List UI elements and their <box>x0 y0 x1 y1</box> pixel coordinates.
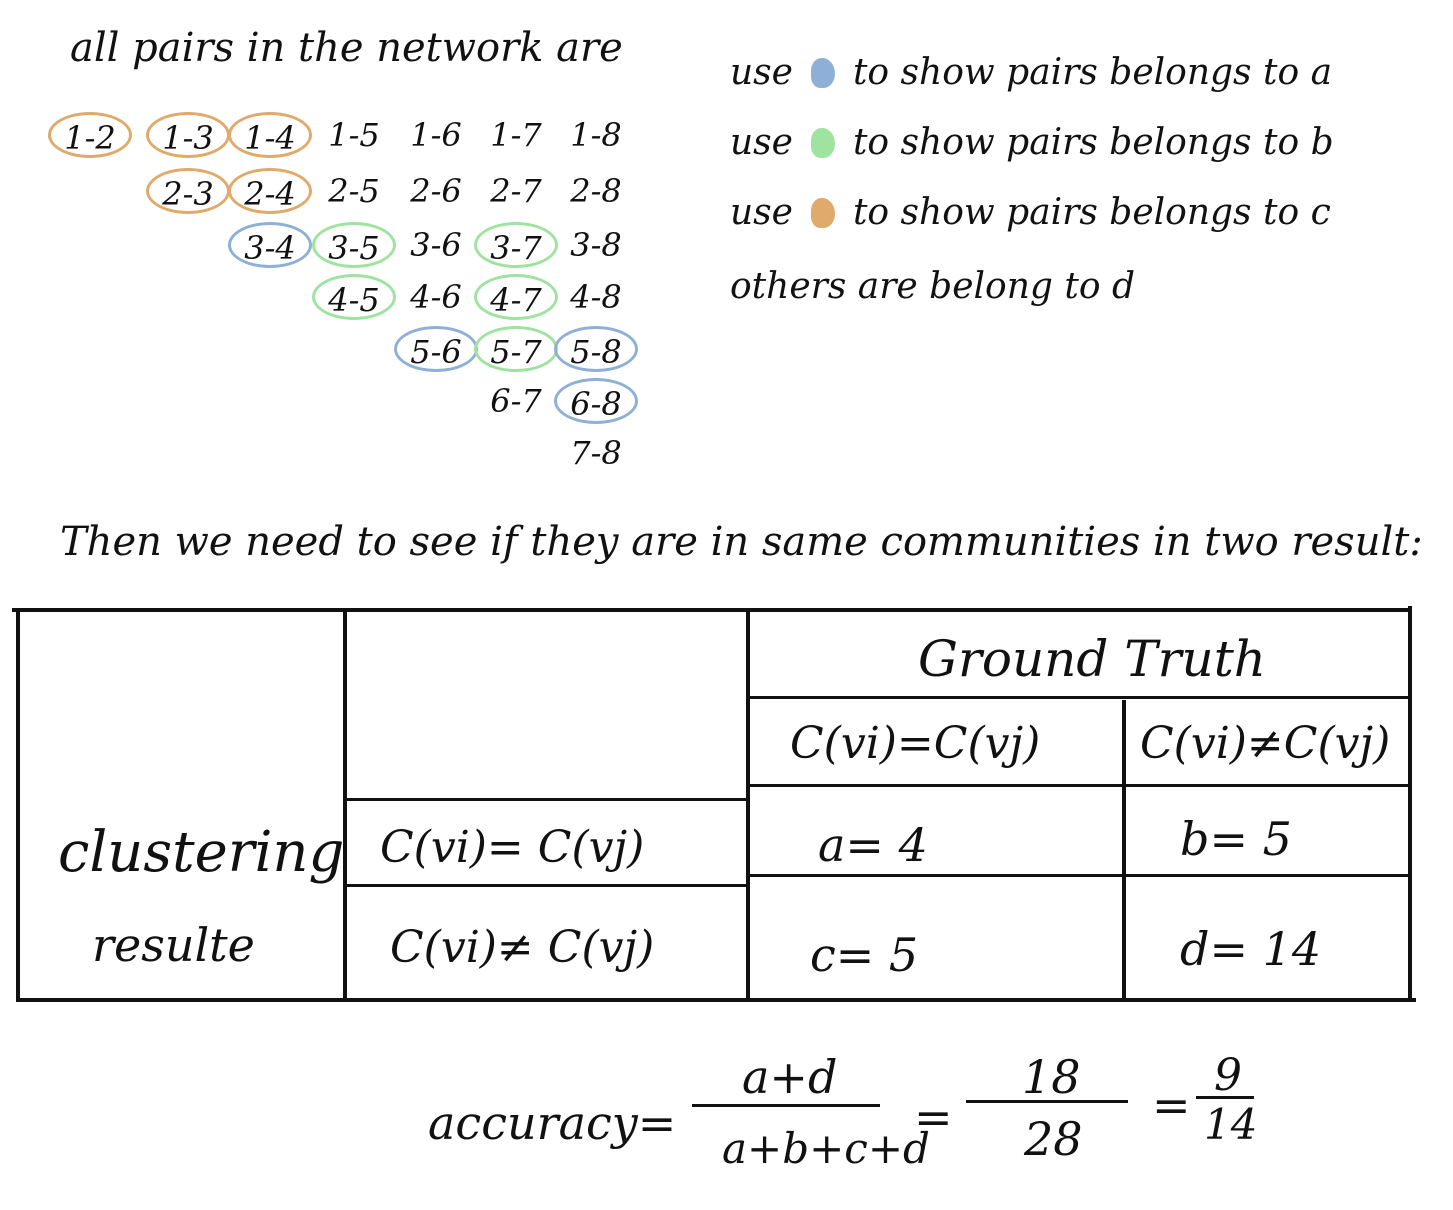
pair-4-6: 4-6 <box>410 278 462 316</box>
cell-d: d= 14 <box>1180 922 1322 976</box>
fraction-3-numerator: 9 <box>1214 1050 1242 1101</box>
pair-3-4-group-a: 3-4 <box>228 222 312 268</box>
gt-same-header: C(vi)=C(vj) <box>790 718 1041 769</box>
pair-7-8: 7-8 <box>570 434 622 472</box>
legend-row-c: use to show pairs belongs to c <box>730 192 1331 233</box>
result-label: resulte <box>92 918 255 972</box>
table-line <box>748 874 1410 877</box>
ground-truth-header: Ground Truth <box>918 630 1266 688</box>
instruction-sentence: Then we need to see if they are in same … <box>60 519 1423 565</box>
legend-row-d: others are belong to d <box>730 266 1135 307</box>
legend-d-text: others are belong to d <box>730 266 1136 307</box>
table-line <box>18 998 1416 1002</box>
legend-b-suffix: to show pairs belongs to b <box>852 122 1334 163</box>
pair-4-7-group-b: 4-7 <box>474 274 558 320</box>
cell-b: b= 5 <box>1180 812 1292 866</box>
pair-2-5: 2-5 <box>328 172 380 210</box>
cell-c: c= 5 <box>810 928 919 982</box>
pair-1-2-group-c: 1-2 <box>48 112 132 158</box>
pair-6-7: 6-7 <box>490 382 542 420</box>
pair-3-8: 3-8 <box>570 226 622 264</box>
table-line <box>345 798 749 801</box>
pair-1-8: 1-8 <box>570 116 622 154</box>
pair-3-6: 3-6 <box>410 226 462 264</box>
cell-a: a= 4 <box>818 818 928 872</box>
green-swatch-icon <box>810 127 835 158</box>
table-line <box>1408 606 1412 1000</box>
pair-4-5-group-b: 4-5 <box>312 274 396 320</box>
heading: all pairs in the network are <box>70 25 623 71</box>
pair-1-5: 1-5 <box>328 116 380 154</box>
table-line <box>748 696 1410 699</box>
pair-1-3-group-c: 1-3 <box>146 112 230 158</box>
legend-a-prefix: use <box>730 52 793 93</box>
equals-1: = <box>914 1090 953 1144</box>
pair-2-8: 2-8 <box>570 172 622 210</box>
cl-same-label: C(vi)= C(vj) <box>380 822 645 873</box>
pair-5-8-group-a: 5-8 <box>554 326 638 372</box>
fraction-3-denominator: 14 <box>1204 1100 1258 1149</box>
table-line <box>746 612 750 1002</box>
clustering-label: clustering <box>58 820 345 885</box>
table-line <box>748 784 1410 787</box>
legend-c-suffix: to show pairs belongs to c <box>852 192 1331 233</box>
pair-1-7: 1-7 <box>490 116 542 154</box>
fraction-1-numerator: a+d <box>742 1050 838 1104</box>
table-line <box>1122 700 1126 1000</box>
pair-1-4-group-c: 1-4 <box>228 112 312 158</box>
fraction-2-bar <box>966 1100 1128 1103</box>
table-line <box>343 612 347 1002</box>
pair-2-4-group-c: 2-4 <box>228 168 312 214</box>
pair-2-7: 2-7 <box>490 172 542 210</box>
table-line <box>16 610 20 1002</box>
legend-row-b: use to show pairs belongs to b <box>730 122 1334 163</box>
legend-a-suffix: to show pairs belongs to a <box>852 52 1333 93</box>
pair-5-7-group-b: 5-7 <box>474 326 558 372</box>
pair-6-8-group-a: 6-8 <box>554 378 638 424</box>
pair-3-5-group-b: 3-5 <box>312 222 396 268</box>
legend-b-prefix: use <box>730 122 793 163</box>
pair-5-6-group-a: 5-6 <box>394 326 478 372</box>
fraction-1-bar <box>692 1104 880 1107</box>
table-line <box>345 884 749 887</box>
equals-2: = <box>1152 1078 1191 1132</box>
fraction-1-denominator: a+b+c+d <box>722 1124 930 1173</box>
fraction-2-denominator: 28 <box>1024 1112 1083 1166</box>
fraction-2-numerator: 18 <box>1022 1050 1081 1104</box>
legend-row-a: use to show pairs belongs to a <box>730 52 1332 93</box>
gt-diff-header: C(vi)≠C(vj) <box>1140 718 1391 769</box>
blue-swatch-icon <box>810 57 835 88</box>
pair-2-3-group-c: 2-3 <box>146 168 230 214</box>
pair-1-6: 1-6 <box>410 116 462 154</box>
accuracy-label: accuracy= <box>428 1096 677 1150</box>
pair-3-7-group-b: 3-7 <box>474 222 558 268</box>
table-line <box>12 608 1410 612</box>
pair-4-8: 4-8 <box>570 278 622 316</box>
fraction-3-bar <box>1196 1096 1254 1099</box>
orange-swatch-icon <box>810 197 835 228</box>
cl-diff-label: C(vi)≠ C(vj) <box>390 922 655 973</box>
pair-2-6: 2-6 <box>410 172 462 210</box>
legend-c-prefix: use <box>730 192 793 233</box>
